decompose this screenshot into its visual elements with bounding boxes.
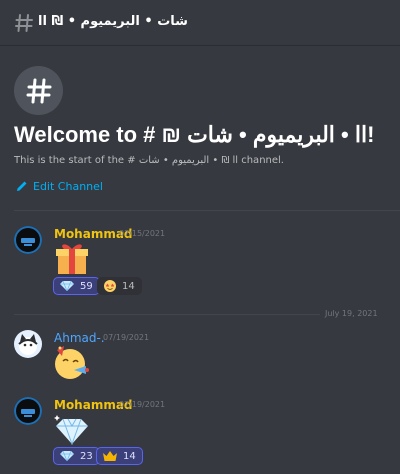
diamond-icon [60,281,74,291]
welcome-heading: Welcome to # ₪ اا • البريميوم • شات! [14,122,375,147]
edit-channel-link[interactable]: Edit Channel [16,178,103,194]
reaction-count: 14 [122,280,135,292]
timestamp: 07/19/2021 [119,400,166,409]
reaction-count: 23 [80,450,93,462]
timestamp: 07/15/2021 [119,229,166,238]
timestamp: 07/19/2021 [103,333,150,342]
gift-icon [54,240,90,276]
channel-hash-icon [14,66,63,115]
reaction-diamond[interactable]: 59 [53,277,100,295]
avatar[interactable] [14,330,42,358]
reaction-crown[interactable]: 14 [96,447,143,465]
pencil-icon [17,181,27,191]
channel-header: شات • البريميوم • ₪ اا [0,0,400,46]
hashtag-icon [14,13,34,33]
reaction-star-struck[interactable]: 14 [97,277,142,295]
channel-start-text: This is the start of the # اا ₪ • البريم… [14,155,284,166]
sparkling-diamond-icon [54,413,90,449]
crown-icon [103,451,117,461]
reaction-count: 14 [123,450,136,462]
date-divider [14,314,320,315]
username[interactable]: Ahmad-. [54,331,105,345]
channel-title: شات • البريميوم • ₪ اا [38,14,188,29]
avatar[interactable] [14,397,42,425]
diamond-icon [60,451,74,461]
star-struck-icon [104,280,116,292]
edit-channel-label: Edit Channel [33,179,103,193]
partying-face-icon [53,344,89,380]
avatar[interactable] [14,226,42,254]
date-divider-label: July 19, 2021 [325,309,378,318]
intro-divider [14,210,400,211]
reaction-diamond[interactable]: 23 [53,447,100,465]
reaction-count: 59 [80,280,93,292]
